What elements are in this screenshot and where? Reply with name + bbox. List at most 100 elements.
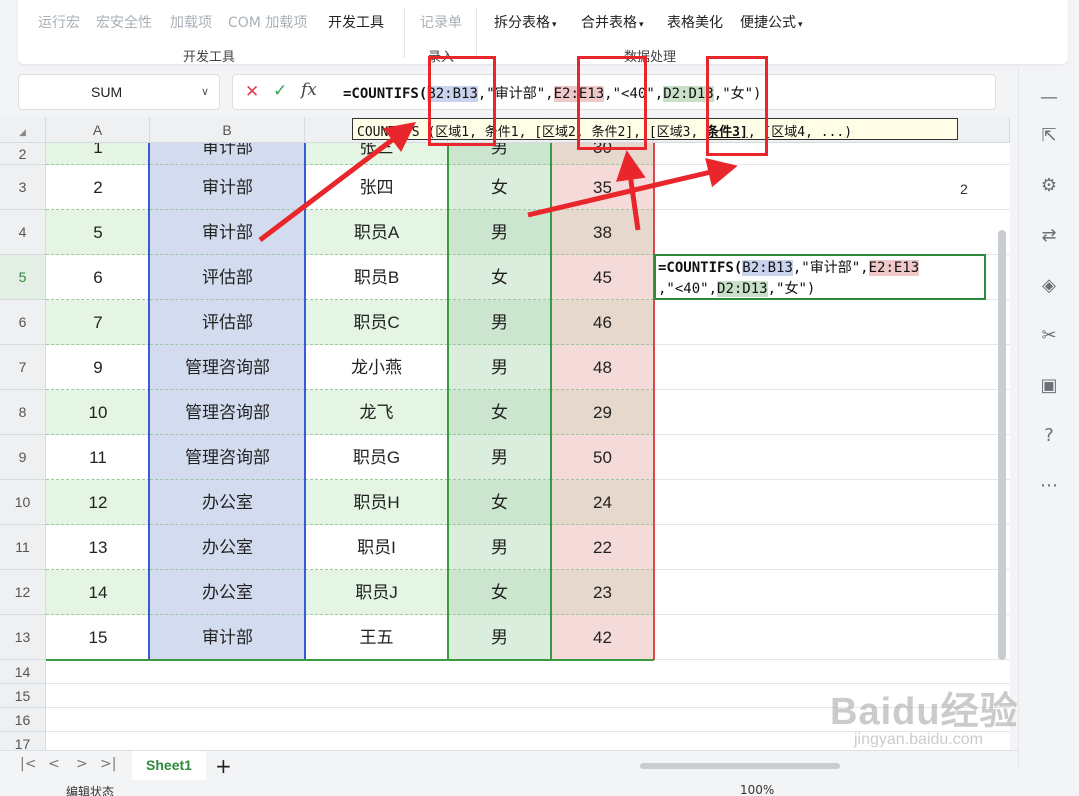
cell-b[interactable]: 审计部	[150, 143, 305, 165]
cell-d[interactable]: 女	[448, 390, 551, 435]
cell-b[interactable]: 评估部	[150, 300, 305, 345]
cell-d[interactable]: 男	[448, 435, 551, 480]
cell-a[interactable]: 6	[46, 255, 150, 300]
row-header[interactable]: 10	[0, 480, 46, 525]
row-header[interactable]: 13	[0, 615, 46, 660]
cell-d[interactable]: 男	[448, 300, 551, 345]
row-header[interactable]: 6	[0, 300, 46, 345]
cell-c[interactable]: 张四	[305, 165, 448, 210]
cell-a[interactable]: 2	[46, 165, 150, 210]
cell-b[interactable]: 审计部	[150, 210, 305, 255]
adjust-sliders-icon[interactable]: ⚙	[1037, 174, 1061, 198]
quick-formula-button[interactable]: 便捷公式 ▾	[740, 12, 803, 32]
next-sheet-icon[interactable]: >	[76, 756, 88, 772]
cell-a[interactable]: 13	[46, 525, 150, 570]
cell-d[interactable]: 男	[448, 345, 551, 390]
row-header[interactable]: 5	[0, 255, 46, 300]
cell-d[interactable]: 女	[448, 165, 551, 210]
map-icon[interactable]: ▣	[1037, 374, 1061, 398]
merge-table-button[interactable]: 合并表格 ▾	[581, 12, 644, 32]
name-box[interactable]: SUM ∨	[18, 74, 220, 110]
cell-d[interactable]: 男	[448, 143, 551, 165]
cell-e[interactable]: 35	[551, 165, 654, 210]
cell-a[interactable]: 5	[46, 210, 150, 255]
run-macro-button[interactable]: 运行宏	[38, 12, 80, 32]
row-header[interactable]: 17	[0, 732, 46, 750]
zoom-level[interactable]: 100%	[740, 783, 774, 796]
cell-e[interactable]: 22	[551, 525, 654, 570]
horizontal-scrollbar[interactable]	[640, 763, 840, 769]
cell-e[interactable]: 42	[551, 615, 654, 660]
row-header[interactable]: 2	[0, 143, 46, 165]
confirm-icon[interactable]: ✓	[273, 81, 287, 101]
chevron-down-icon[interactable]: ∨	[201, 85, 209, 98]
developer-tools-button[interactable]: 开发工具	[328, 12, 384, 32]
cell-e[interactable]: 38	[551, 210, 654, 255]
cell-d[interactable]: 女	[448, 570, 551, 615]
shape-icon[interactable]: ◈	[1037, 274, 1061, 298]
cell-a[interactable]: 11	[46, 435, 150, 480]
cell-b[interactable]: 管理咨询部	[150, 390, 305, 435]
cell-c[interactable]: 张三	[305, 143, 448, 165]
macro-security-button[interactable]: 宏安全性	[96, 12, 152, 32]
cell-c[interactable]: 龙飞	[305, 390, 448, 435]
select-cursor-icon[interactable]: ⇱	[1037, 124, 1061, 148]
cell-a[interactable]: 14	[46, 570, 150, 615]
com-addins-button[interactable]: COM 加载项	[228, 12, 307, 32]
last-sheet-icon[interactable]: >|	[100, 756, 116, 772]
cell-b[interactable]: 评估部	[150, 255, 305, 300]
record-form-button[interactable]: 记录单	[420, 12, 462, 32]
row-header[interactable]: 8	[0, 390, 46, 435]
cell-e[interactable]: 48	[551, 345, 654, 390]
cell-c[interactable]: 职员C	[305, 300, 448, 345]
tab-sheet1[interactable]: Sheet1	[132, 751, 206, 780]
cell-e[interactable]: 46	[551, 300, 654, 345]
transform-icon[interactable]: ⇄	[1037, 224, 1061, 248]
cell-a[interactable]: 9	[46, 345, 150, 390]
cell-a[interactable]: 7	[46, 300, 150, 345]
row-header[interactable]: 12	[0, 570, 46, 615]
first-sheet-icon[interactable]: |<	[20, 756, 36, 772]
cell-b[interactable]: 审计部	[150, 165, 305, 210]
select-all-corner[interactable]: ◢	[0, 117, 46, 143]
cell-e[interactable]: 29	[551, 390, 654, 435]
cell-b[interactable]: 管理咨询部	[150, 435, 305, 480]
row-header[interactable]: 16	[0, 708, 46, 732]
cell-d[interactable]: 女	[448, 255, 551, 300]
cell-a[interactable]: 10	[46, 390, 150, 435]
cell-b[interactable]: 审计部	[150, 615, 305, 660]
cell-e[interactable]: 50	[551, 435, 654, 480]
cell-b[interactable]: 办公室	[150, 570, 305, 615]
column-header-b[interactable]: B	[150, 117, 305, 143]
cell-c[interactable]: 职员H	[305, 480, 448, 525]
row-header[interactable]: 7	[0, 345, 46, 390]
cell-c[interactable]: 职员I	[305, 525, 448, 570]
column-header-a[interactable]: A	[46, 117, 150, 143]
cell-d[interactable]: 男	[448, 525, 551, 570]
table-beautify-button[interactable]: 表格美化	[667, 12, 723, 32]
row-header[interactable]: 15	[0, 684, 46, 708]
more-icon[interactable]: ⋯	[1037, 474, 1061, 498]
cell-e[interactable]: 24	[551, 480, 654, 525]
cell-d[interactable]: 男	[448, 615, 551, 660]
insert-function-icon[interactable]: fx	[301, 80, 317, 100]
vertical-scrollbar[interactable]	[998, 230, 1006, 660]
row-header[interactable]: 11	[0, 525, 46, 570]
row-header[interactable]: 14	[0, 660, 46, 684]
cell-a[interactable]: 1	[46, 143, 150, 165]
split-table-button[interactable]: 拆分表格 ▾	[494, 12, 557, 32]
cell-d[interactable]: 男	[448, 210, 551, 255]
formula-input[interactable]: =COUNTIFS(B2:B13,"审计部",E2:E13,"<40",D2:D…	[343, 83, 761, 103]
cell-e[interactable]: 45	[551, 255, 654, 300]
tools-icon[interactable]: ✂	[1037, 324, 1061, 348]
cell-c[interactable]: 职员A	[305, 210, 448, 255]
row-header[interactable]: 9	[0, 435, 46, 480]
cell-c[interactable]: 王五	[305, 615, 448, 660]
cell-a[interactable]: 15	[46, 615, 150, 660]
add-sheet-icon[interactable]: +	[215, 754, 232, 778]
cell-e[interactable]: 23	[551, 570, 654, 615]
prev-sheet-icon[interactable]: <	[48, 756, 60, 772]
help-icon[interactable]: ?	[1037, 424, 1061, 448]
cancel-icon[interactable]: ✕	[245, 82, 259, 102]
cell-b[interactable]: 办公室	[150, 480, 305, 525]
